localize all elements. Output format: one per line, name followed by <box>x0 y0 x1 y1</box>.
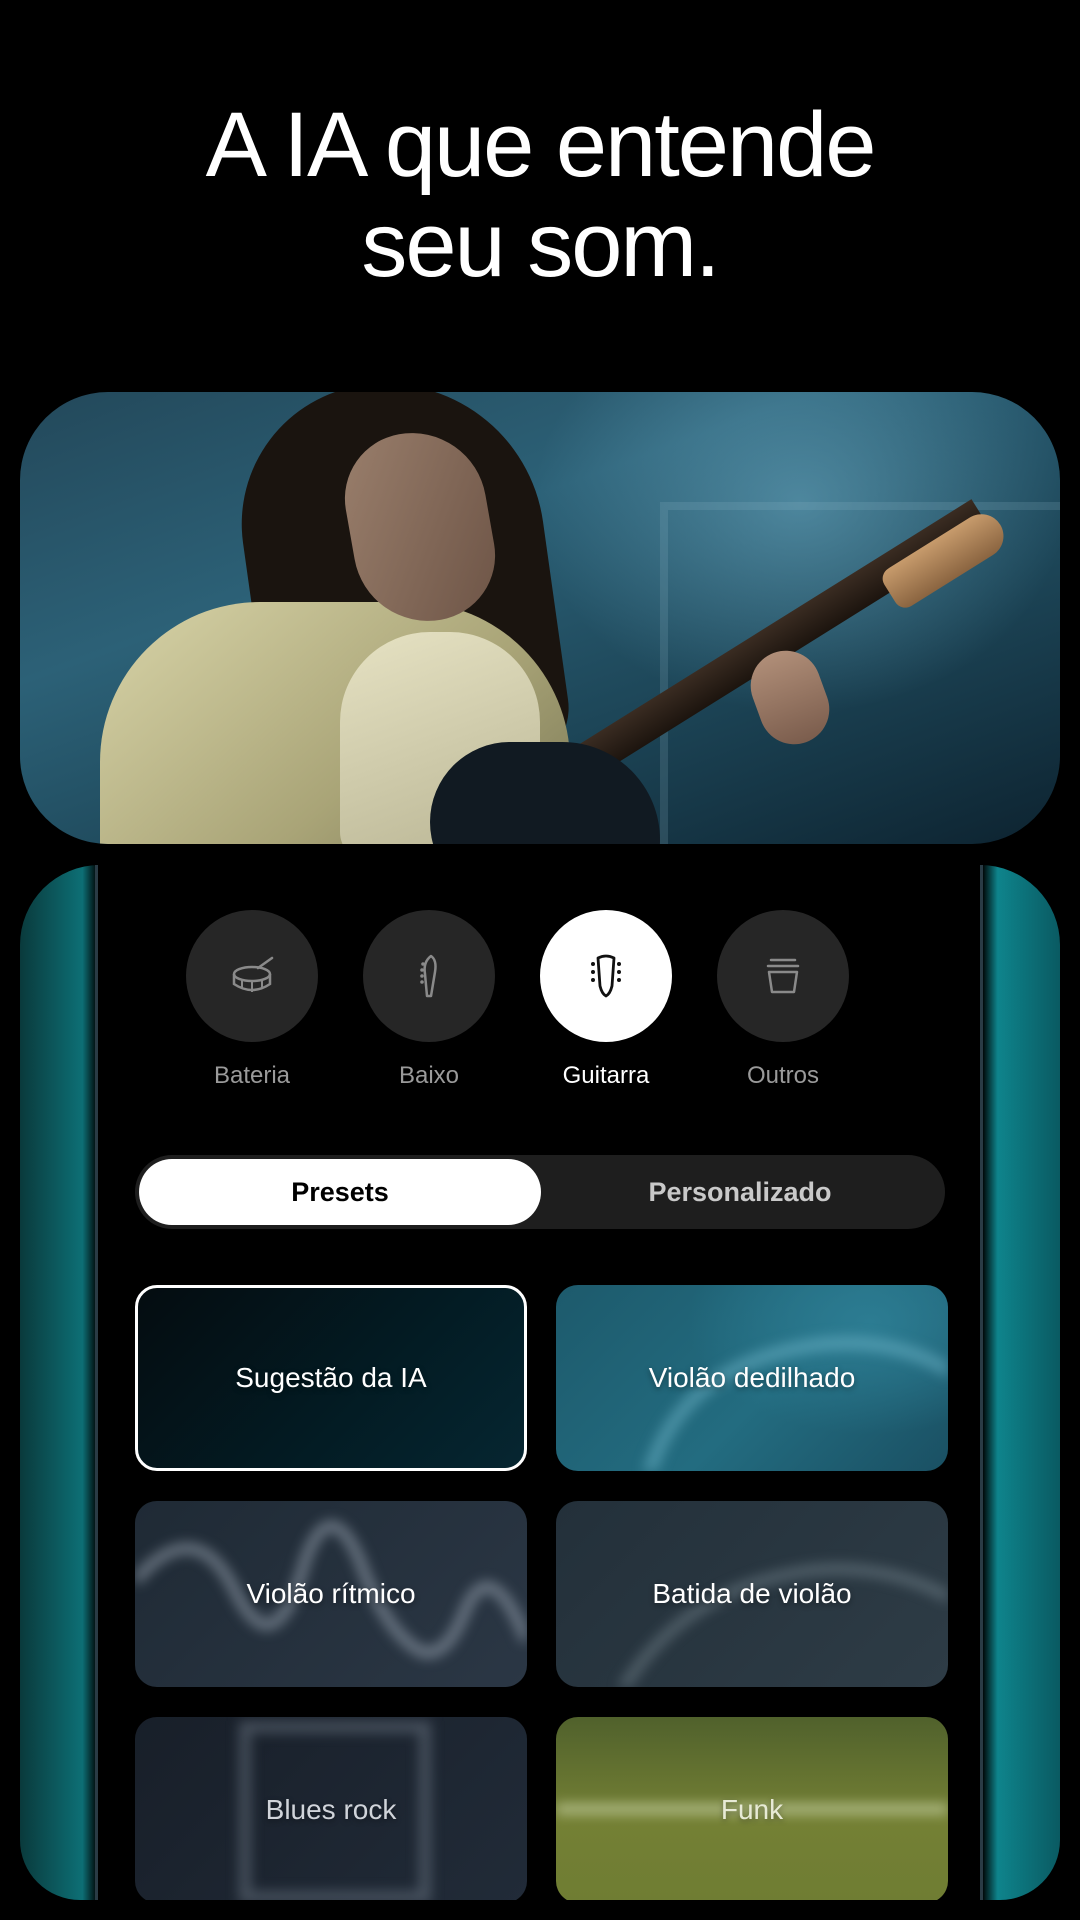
instrument-guitarra-circle[interactable] <box>540 910 672 1042</box>
preset-violao-ritmico[interactable]: Violão rítmico <box>135 1501 527 1687</box>
instrument-outros-circle[interactable] <box>717 910 849 1042</box>
instrument-guitarra-label: Guitarra <box>562 1062 650 1089</box>
preset-sugestao-da-ia[interactable]: Sugestão da IA <box>135 1285 527 1471</box>
guitarist-photo <box>20 392 1060 844</box>
personalizado-tab[interactable]: Personalizado <box>539 1159 941 1225</box>
instrument-baixo-circle[interactable] <box>363 910 495 1042</box>
preset-label: Sugestão da IA <box>235 1362 427 1393</box>
instrument-outros-label: Outros <box>746 1062 820 1089</box>
preset-violao-dedilhado[interactable]: Violão dedilhado <box>556 1285 948 1471</box>
headline-line-1: A IA que entende <box>205 94 877 196</box>
preset-label: Funk <box>720 1794 784 1825</box>
headline: A IA que entende seu som. <box>0 95 1080 295</box>
instrument-bateria[interactable]: Bateria <box>186 910 318 1090</box>
preset-label: Violão rítmico <box>246 1578 416 1609</box>
preset-blues-rock[interactable]: Blues rock <box>135 1717 527 1900</box>
bucket-icon <box>766 958 800 994</box>
guitar-headstock-icon <box>591 954 621 998</box>
preset-label: Blues rock <box>265 1794 397 1825</box>
instrument-outros[interactable]: Outros <box>717 910 849 1090</box>
instrument-guitarra[interactable]: Guitarra <box>540 910 672 1090</box>
drum-icon <box>232 956 274 992</box>
instrument-bateria-circle[interactable] <box>186 910 318 1042</box>
preset-label: Batida de violão <box>652 1578 852 1609</box>
preset-label: Violão dedilhado <box>648 1362 856 1393</box>
preset-funk[interactable]: Funk <box>556 1717 948 1900</box>
preset-mode-toggle: Presets Personalizado <box>135 1155 945 1229</box>
bass-headstock-icon <box>420 954 437 998</box>
presets-tab[interactable]: Presets <box>139 1159 541 1225</box>
instrument-selector: Bateria Baixo Guitarra Outros <box>98 910 980 1110</box>
preset-batida-de-violao[interactable]: Batida de violão <box>556 1501 948 1687</box>
instrument-baixo-label: Baixo <box>398 1062 460 1089</box>
headline-line-2: seu som. <box>361 194 720 296</box>
instrument-baixo[interactable]: Baixo <box>363 910 495 1090</box>
app-screen: Bateria Baixo Guitarra Outros Presets Pe… <box>95 865 983 1900</box>
instrument-bateria-label: Bateria <box>213 1062 291 1089</box>
